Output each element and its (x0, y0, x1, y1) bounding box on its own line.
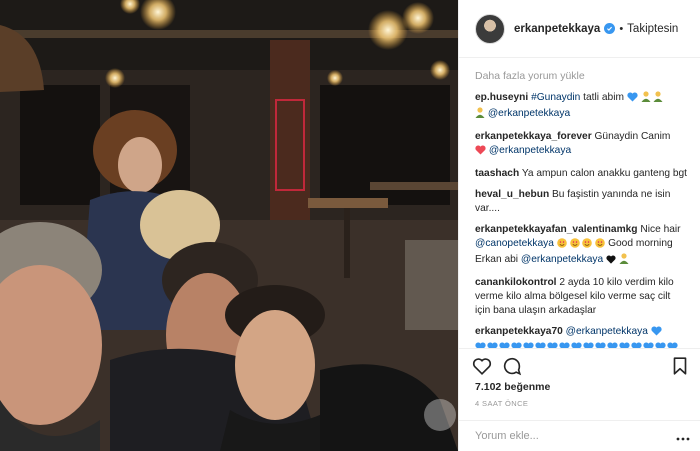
comment-item: ep.huseyni #Gunaydin tatli abim @erkanpe… (475, 91, 688, 123)
avatar[interactable] (475, 13, 505, 44)
comment-mention[interactable]: @erkanpetekkaya (489, 145, 571, 156)
black-heart-emoji-icon (606, 255, 616, 269)
comment-icon[interactable] (501, 355, 523, 377)
comment-item: heval_u_hebun Bu faşistin yanında ne isi… (475, 188, 688, 216)
heart-eyes-emoji-icon (556, 238, 567, 253)
heart-eyes-emoji-icon (582, 238, 593, 253)
load-more-comments-link[interactable]: Daha fazla yorum yükle (475, 70, 688, 82)
separator-dot: • (619, 22, 624, 35)
like-icon[interactable] (471, 355, 493, 377)
blue-heart-emoji-icon (627, 92, 638, 107)
heart-eyes-emoji-icon (595, 238, 606, 253)
red-heart-emoji-icon (475, 145, 486, 160)
comment-author[interactable]: canankilokontrol (475, 277, 557, 288)
post-side-panel: erkanpetekkaya • Takiptesin Daha fazla y… (458, 0, 700, 451)
comment-text: Ya ampun calon anakku ganteng bgt (519, 168, 688, 179)
post-username[interactable]: erkanpetekkaya (514, 23, 600, 35)
verified-badge-icon (604, 23, 616, 34)
person-emoji-icon (475, 107, 485, 123)
comment-item: canankilokontrol 2 ayda 10 kilo verdim k… (475, 276, 688, 318)
comment-hashtag[interactable]: #Gunaydin (531, 92, 580, 103)
comment-author[interactable]: erkanpetekkaya_forever (475, 131, 592, 142)
person-emoji-icon (619, 253, 629, 269)
likes-count[interactable]: 7.102 beğenme (475, 381, 550, 393)
comment-item: erkanpetekkayafan_valentinamkg Nice hair… (475, 223, 688, 269)
comment-author[interactable]: heval_u_hebun (475, 189, 549, 200)
save-icon[interactable] (669, 355, 691, 377)
person-emoji-icon (641, 91, 651, 107)
comment-author[interactable]: ep.huseyni (475, 92, 528, 103)
comment-text: tatli abim (580, 92, 627, 103)
post-header: erkanpetekkaya • Takiptesin (459, 0, 700, 58)
comment-author[interactable]: taashach (475, 168, 519, 179)
comment-mention[interactable]: @canopetekkaya (475, 238, 554, 249)
heart-eyes-emoji-icon (569, 238, 580, 253)
comment-item: taashach Ya ampun calon anakku ganteng b… (475, 167, 688, 181)
blue-heart-emoji-icon (651, 326, 662, 341)
comment-author[interactable]: erkanpetekkayafan_valentinamkg (475, 224, 638, 235)
comment-item: erkanpetekkaya_forever Günaydin Canim @e… (475, 130, 688, 160)
comment-mention[interactable]: @erkanpetekkaya (566, 326, 648, 337)
follow-status-button[interactable]: Takiptesin (627, 23, 678, 35)
add-comment-bar (459, 420, 700, 451)
post-timestamp[interactable]: 4 SAAT ÖNCE (475, 399, 528, 408)
comment-text: Nice hair (637, 224, 681, 235)
post-photo[interactable] (0, 0, 458, 451)
comment-mention[interactable]: @erkanpetekkaya (488, 108, 570, 119)
comment-item: erkanpetekkaya70 @erkanpetekkaya (475, 325, 688, 348)
comment-mention[interactable]: @erkanpetekkaya (521, 254, 603, 265)
person-emoji-icon (653, 91, 663, 107)
comment-input[interactable] (475, 430, 675, 442)
comment-text: Günaydin Canim (591, 131, 671, 142)
more-icon[interactable] (675, 431, 691, 441)
post-actions-bar (459, 348, 700, 378)
comment-author[interactable]: erkanpetekkaya70 (475, 326, 563, 337)
comments-list: Daha fazla yorum yükle ep.huseyni #Gunay… (459, 58, 700, 348)
